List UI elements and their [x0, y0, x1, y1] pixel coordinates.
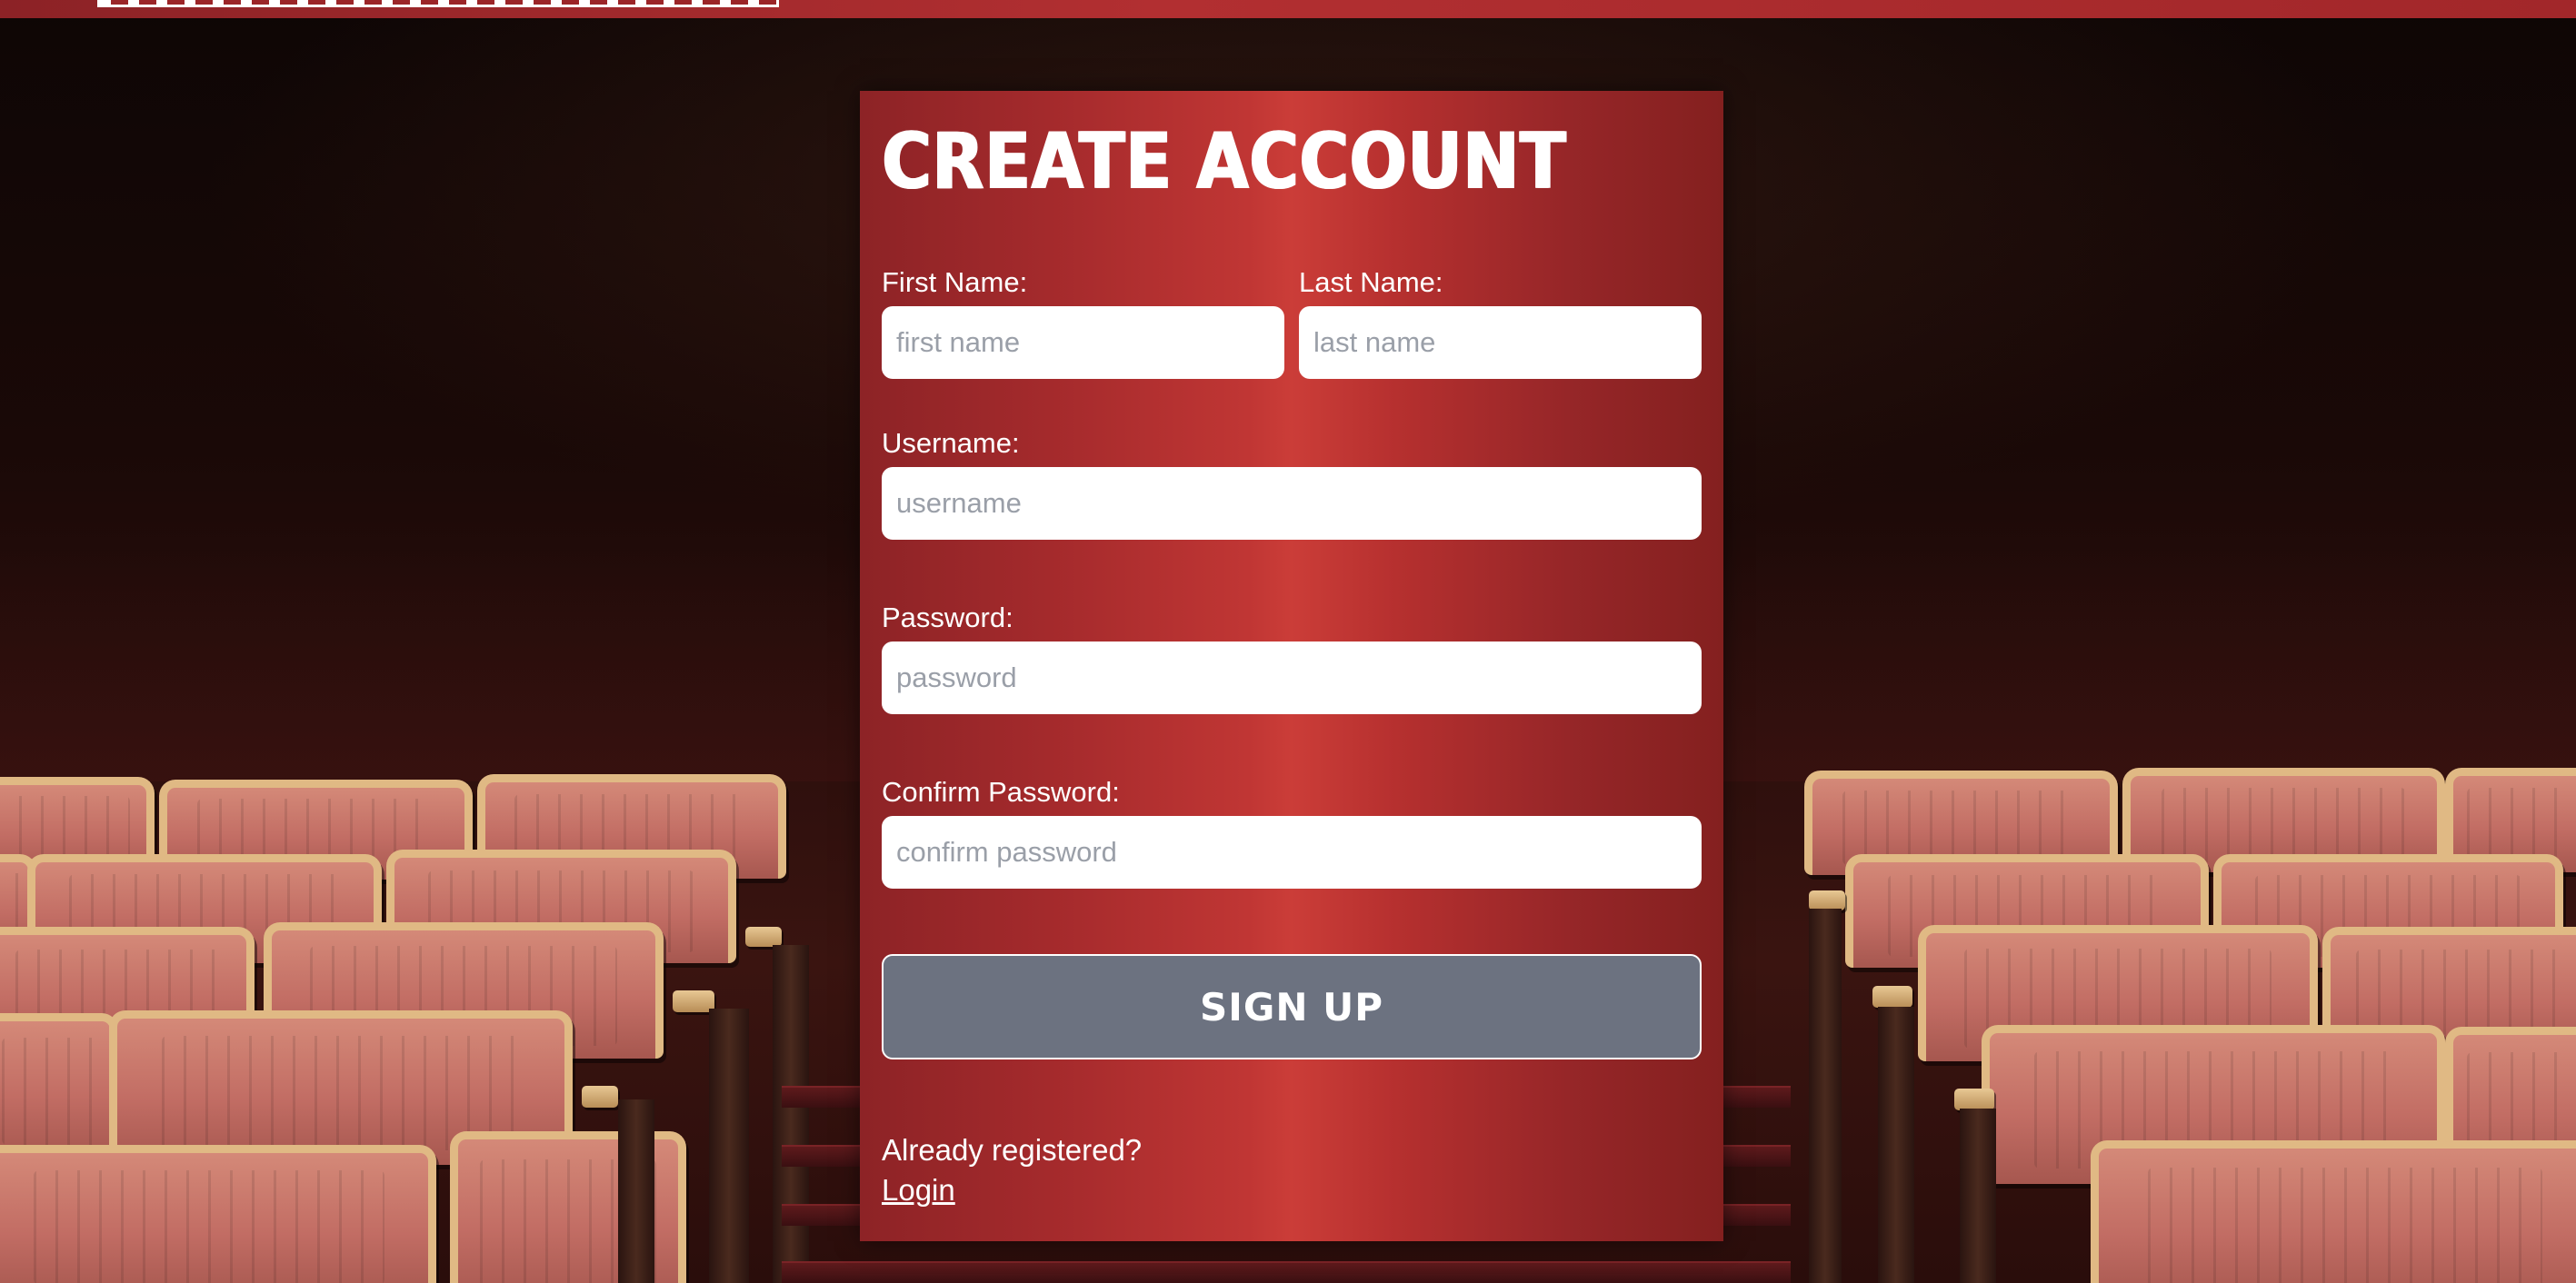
username-input[interactable] — [882, 467, 1702, 540]
seat-decoration — [0, 1013, 118, 1159]
seat-decoration — [0, 1145, 436, 1283]
signup-form: First Name: Last Name: Username: Passwor… — [882, 266, 1702, 1059]
login-link[interactable]: Login — [882, 1170, 955, 1210]
password-label: Password: — [882, 602, 1013, 633]
last-name-group: Last Name: — [1299, 266, 1702, 379]
last-name-input[interactable] — [1299, 306, 1702, 379]
armrest-decoration — [1809, 890, 1845, 910]
username-group: Username: — [882, 427, 1702, 540]
already-registered-text: Already registered? — [882, 1133, 1143, 1167]
sign-up-button[interactable]: SIGN UP — [882, 954, 1702, 1059]
armrest-decoration — [1872, 986, 1912, 1008]
confirm-password-label: Confirm Password: — [882, 776, 1120, 808]
last-name-label: Last Name: — [1299, 266, 1443, 298]
username-label: Username: — [882, 427, 1020, 459]
seat-decoration — [2091, 1140, 2576, 1283]
site-logo-icon[interactable] — [97, 0, 779, 7]
armrest-decoration — [745, 927, 782, 947]
confirm-password-group: Confirm Password: — [882, 776, 1702, 889]
login-prompt: Already registered? Login — [882, 1130, 1702, 1210]
password-group: Password: — [882, 602, 1702, 714]
first-name-input[interactable] — [882, 306, 1284, 379]
page-title: CREATE ACCOUNT — [882, 116, 1567, 207]
confirm-password-input[interactable] — [882, 816, 1702, 889]
first-name-group: First Name: — [882, 266, 1284, 379]
first-name-label: First Name: — [882, 266, 1028, 298]
armrest-decoration — [1954, 1089, 1994, 1110]
armrest-decoration — [582, 1086, 618, 1108]
password-input[interactable] — [882, 642, 1702, 714]
top-navbar — [0, 0, 2576, 18]
signup-card: CREATE ACCOUNT First Name: Last Name: Us… — [860, 91, 1723, 1241]
